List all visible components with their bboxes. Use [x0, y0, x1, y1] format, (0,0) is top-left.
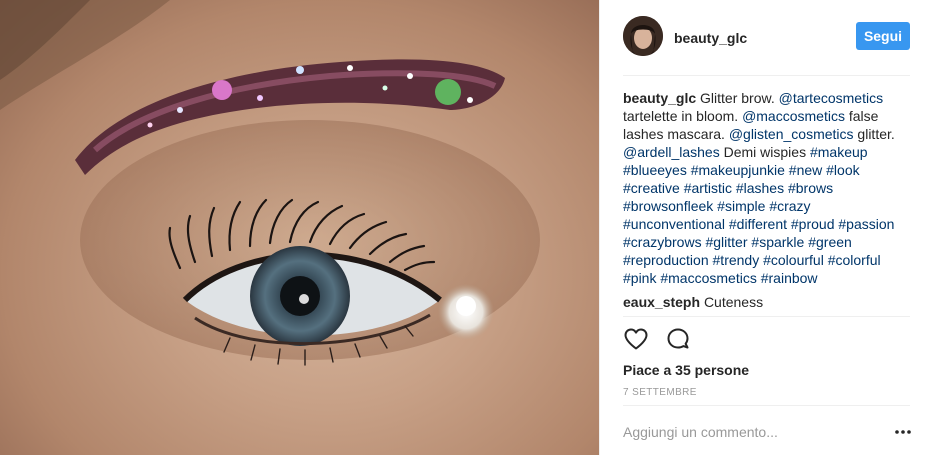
divider [623, 316, 910, 317]
comments-section: beauty_glc Glitter brow. @tartecosmetics… [623, 89, 913, 311]
hashtag-link[interactable]: #crazybrows [623, 234, 702, 250]
caption-username[interactable]: beauty_glc [623, 90, 696, 106]
hashtag-link[interactable]: #makeupjunkie [691, 162, 785, 178]
speech-bubble-icon[interactable] [665, 326, 691, 352]
action-bar [623, 326, 691, 352]
hashtag-link[interactable]: #simple [717, 198, 765, 214]
avatar-image [623, 16, 663, 56]
caption-text-segment: tartelette in bloom. [623, 108, 743, 124]
comment-text: Cuteness [703, 294, 764, 310]
hashtag-link[interactable]: #makeup [810, 144, 868, 160]
hashtag-link[interactable]: #blueeyes [623, 162, 687, 178]
hashtag-link[interactable]: #brows [788, 180, 833, 196]
hashtag-link[interactable]: #reproduction [623, 252, 709, 268]
hashtag-link[interactable]: #new [789, 162, 822, 178]
instagram-post: beauty_glc Segui beauty_glc Glitter brow… [0, 0, 932, 455]
post-side-panel: beauty_glc Segui beauty_glc Glitter brow… [599, 0, 932, 455]
likes-count[interactable]: Piace a 35 persone [623, 362, 749, 378]
hashtag-link[interactable]: #different [729, 216, 787, 232]
hashtag-link[interactable]: #trendy [713, 252, 760, 268]
ellipsis-icon[interactable] [894, 428, 912, 436]
mention-link[interactable]: @tartecosmetics [779, 90, 883, 106]
caption-text: Glitter brow. @tartecosmetics tartelette… [623, 90, 895, 286]
follow-button[interactable]: Segui [856, 22, 910, 50]
mention-link[interactable]: @glisten_cosmetics [729, 126, 854, 142]
hashtag-link[interactable]: #passion [838, 216, 894, 232]
hashtag-link[interactable]: #lashes [736, 180, 784, 196]
header-username[interactable]: beauty_glc [674, 30, 747, 46]
heart-icon[interactable] [623, 326, 649, 352]
hashtag-link[interactable]: #glitter [705, 234, 747, 250]
hashtag-link[interactable]: #maccosmetics [660, 270, 756, 286]
hashtag-link[interactable]: #green [808, 234, 852, 250]
eye-makeup-image [0, 0, 540, 366]
avatar[interactable] [623, 16, 663, 56]
hashtag-link[interactable]: #creative [623, 180, 680, 196]
hashtag-link[interactable]: #proud [791, 216, 835, 232]
comment-input[interactable] [623, 424, 873, 440]
hashtag-link[interactable]: #sparkle [751, 234, 804, 250]
hashtag-link[interactable]: #colorful [828, 252, 881, 268]
comment-item: eaux_steph Cuteness [623, 293, 913, 311]
hashtag-link[interactable]: #rainbow [761, 270, 818, 286]
caption-text-segment: Demi wispies [719, 144, 810, 160]
post-date[interactable]: 7 SETTEMBRE [623, 387, 697, 398]
hashtag-link[interactable]: #colourful [763, 252, 824, 268]
caption-text-segment: Glitter brow. [700, 90, 779, 106]
mention-link[interactable]: @maccosmetics [742, 108, 845, 124]
post-photo[interactable] [0, 0, 599, 455]
divider [623, 75, 910, 76]
hashtag-link[interactable]: #look [826, 162, 859, 178]
hashtag-link[interactable]: #pink [623, 270, 656, 286]
comment-username[interactable]: eaux_steph [623, 294, 700, 310]
mention-link[interactable]: @ardell_lashes [623, 144, 720, 160]
hashtag-link[interactable]: #browsonfleek [623, 198, 713, 214]
hashtag-link[interactable]: #artistic [684, 180, 732, 196]
caption-text-segment: glitter. [853, 126, 895, 142]
divider [623, 405, 910, 406]
post-caption: beauty_glc Glitter brow. @tartecosmetics… [623, 89, 908, 287]
hashtag-link[interactable]: #crazy [769, 198, 810, 214]
hashtag-link[interactable]: #unconventional [623, 216, 725, 232]
post-header: beauty_glc Segui [600, 0, 932, 76]
